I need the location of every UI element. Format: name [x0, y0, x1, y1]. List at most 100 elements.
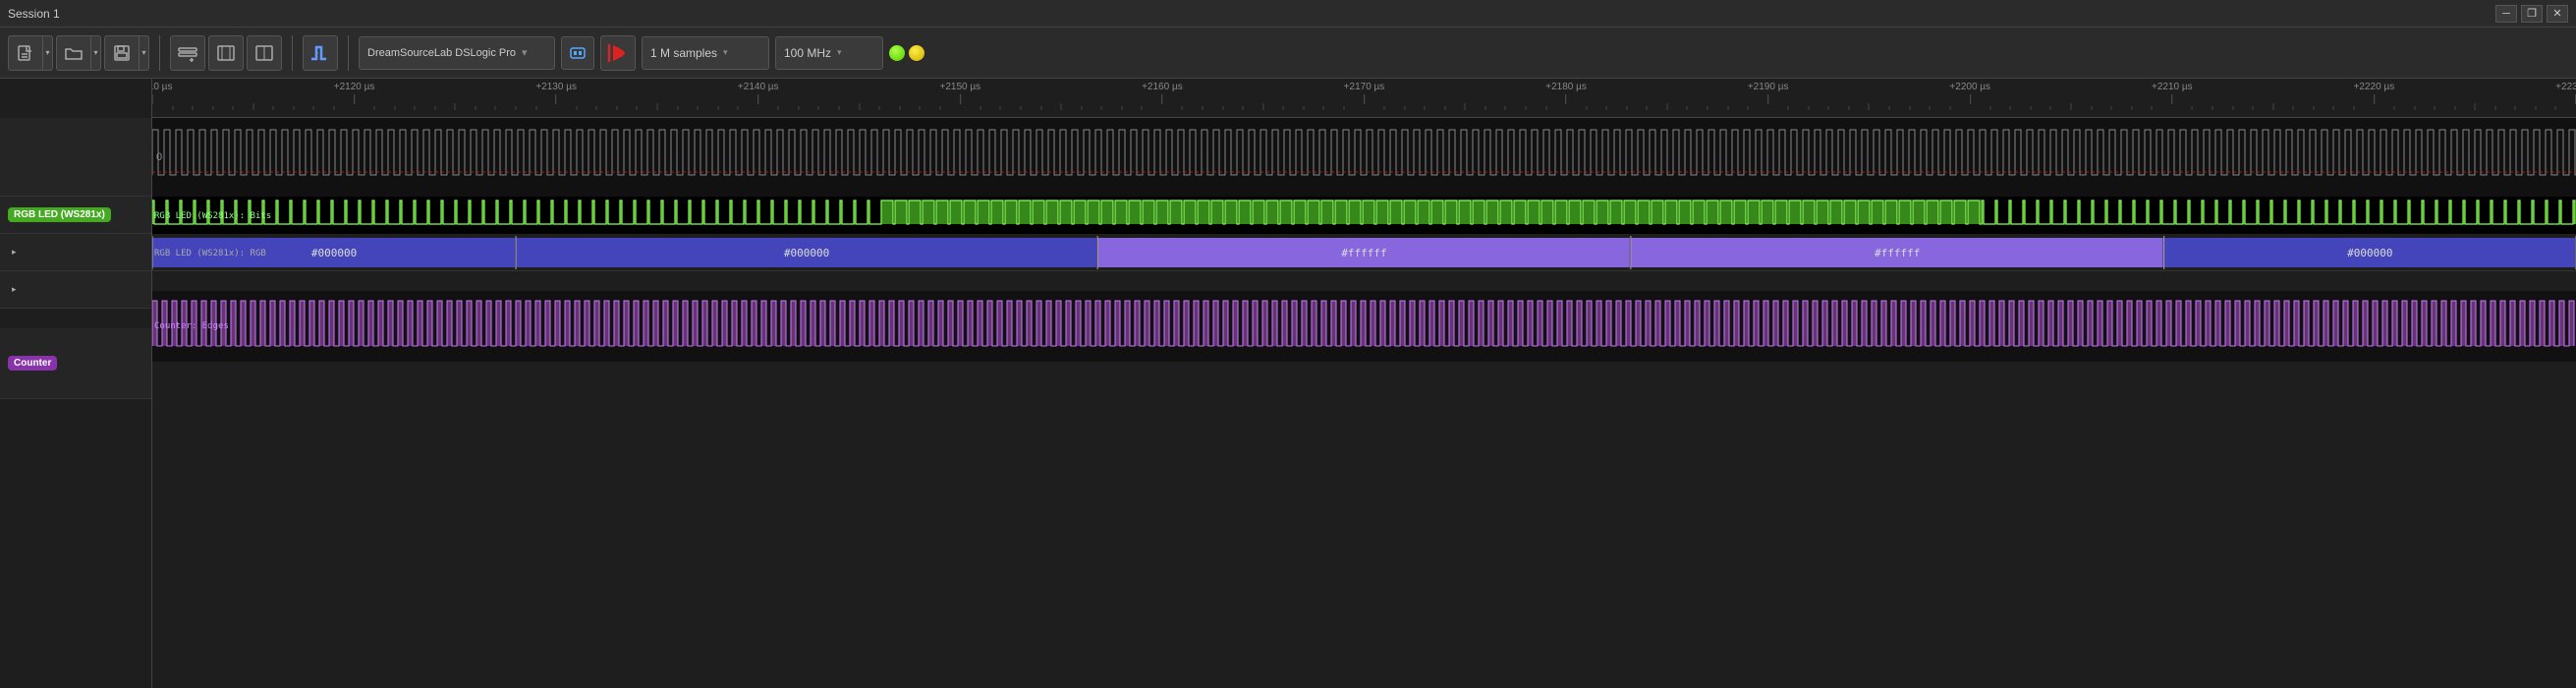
ruler-label-12: +2230 µs	[2555, 82, 2576, 92]
ruler-minor-tick	[1808, 106, 1809, 110]
ruler-minor-tick	[374, 106, 375, 110]
rgb-seg-text-2: #ffffff	[1341, 247, 1386, 259]
ruler-minor-tick	[2030, 106, 2031, 110]
group-spacer	[0, 309, 151, 328]
ruler-minor-tick	[2475, 103, 2476, 110]
counter-waveform-svg: Counter: Edges	[152, 291, 2576, 362]
toolbar-divider-2	[292, 35, 293, 71]
rgb-bits-svg: RGB LED (WS281x): Bits	[152, 197, 2576, 234]
new-button[interactable]	[8, 35, 43, 71]
ruler-minor-tick	[1989, 106, 1990, 110]
ruler-minor-tick	[415, 106, 416, 110]
ruler-minor-tick	[1525, 106, 1526, 110]
ruler-minor-tick	[1323, 106, 1324, 110]
ruler-minor-tick	[1425, 106, 1426, 110]
open-dropdown-arrow[interactable]: ▾	[91, 35, 101, 71]
ruler-label-8: +2190 µs	[1748, 82, 1789, 92]
ruler-label-5: +2160 µs	[1142, 82, 1183, 92]
freq-label: 100 MHz	[784, 46, 831, 60]
ruler-tick-9	[1970, 94, 1971, 104]
ruler-minor-tick	[1949, 106, 1950, 110]
counter-row: Counter: Edges	[152, 291, 2576, 362]
ruler-minor-tick	[1000, 106, 1001, 110]
save-button[interactable]	[104, 35, 140, 71]
ruler-tick-11	[2374, 94, 2375, 104]
add-group-button[interactable]	[170, 35, 205, 71]
rgb-led-main-label-row: RGB LED (WS281x)	[0, 197, 151, 234]
open-button[interactable]	[56, 35, 91, 71]
minimize-button[interactable]: ─	[2495, 5, 2517, 23]
ruler-minor-tick	[394, 106, 395, 110]
led-yellow	[909, 45, 924, 61]
ruler-minor-tick	[939, 106, 940, 110]
device-selector[interactable]: DreamSourceLab DSLogic Pro ▾	[359, 36, 555, 70]
ruler-label-9: +2200 µs	[1949, 82, 1990, 92]
ruler-minor-tick	[1081, 106, 1082, 110]
freq-selector[interactable]: 100 MHz ▾	[775, 36, 883, 70]
ruler-minor-tick	[2050, 106, 2051, 110]
ruler-minor-tick	[1889, 106, 1890, 110]
ruler-minor-tick	[495, 106, 496, 110]
device-config-button[interactable]	[561, 36, 594, 70]
ruler-minor-tick	[2253, 106, 2254, 110]
ruler-label-10: +2210 µs	[2152, 82, 2193, 92]
open-icon	[64, 44, 84, 62]
window-title: Session 1	[8, 7, 2495, 21]
ruler-minor-tick	[2435, 106, 2436, 110]
ruler-minor-tick	[475, 106, 476, 110]
save-dropdown-arrow[interactable]: ▾	[140, 35, 149, 71]
new-dropdown-arrow[interactable]: ▾	[43, 35, 53, 71]
ruler-label-11: +2220 µs	[2354, 82, 2395, 92]
ruler-label-3: +2140 µs	[738, 82, 779, 92]
device-dropdown-arrow: ▾	[522, 46, 528, 59]
ruler-minor-tick	[1666, 103, 1667, 110]
ruler-minor-tick	[2555, 106, 2556, 110]
ruler-minor-tick	[798, 106, 799, 110]
ruler-minor-tick	[2091, 106, 2092, 110]
ruler-minor-tick	[1142, 106, 1143, 110]
ruler-minor-tick	[2353, 106, 2354, 110]
ruler-minor-tick	[2192, 106, 2193, 110]
ruler-minor-tick	[1182, 106, 1183, 110]
timeline-ruler[interactable]: +2110 µs +2120 µs +2130 µs +2140 µs +215…	[152, 79, 2576, 118]
counter-label-pill[interactable]: Counter	[8, 356, 57, 371]
ruler-minor-tick	[193, 106, 194, 110]
samples-dropdown-arrow: ▾	[723, 47, 728, 58]
ruler-minor-tick	[596, 106, 597, 110]
title-bar: Session 1 ─ ❐ ✕	[0, 0, 2576, 28]
ruler-tick-2	[556, 94, 557, 104]
ruler-minor-tick	[778, 106, 779, 110]
samples-selector[interactable]: 1 M samples ▾	[642, 36, 769, 70]
ruler-minor-tick	[1404, 106, 1405, 110]
ruler-tick-5	[1161, 94, 1162, 104]
ruler-minor-tick	[1040, 106, 1041, 110]
ruler-minor-tick	[2111, 106, 2112, 110]
toolbar-divider-3	[348, 35, 349, 71]
ruler-minor-tick	[2535, 106, 2536, 110]
rgb-seg-text-4: #000000	[2347, 247, 2392, 259]
rgb-led-label-pill[interactable]: RGB LED (WS281x)	[8, 207, 111, 222]
ruler-minor-tick	[1930, 106, 1931, 110]
zoom-fit-button[interactable]	[208, 35, 244, 71]
ruler-labels: +2110 µs +2120 µs +2130 µs +2140 µs +215…	[152, 79, 2576, 117]
ruler-minor-tick	[2293, 106, 2294, 110]
labels-panel: RGB LED (WS281x) ▸ ▸ Counter	[0, 79, 152, 688]
ruler-minor-tick	[1586, 106, 1587, 110]
counter-label: Counter: Edges	[154, 321, 229, 331]
run-button[interactable]	[600, 35, 636, 71]
ruler-minor-tick	[434, 106, 435, 110]
ruler-minor-tick	[233, 106, 234, 110]
samples-label: 1 M samples	[650, 46, 717, 60]
restore-button[interactable]: ❐	[2521, 5, 2543, 23]
rgb-rgb-svg: #000000#000000#ffffff#ffffff#000000 RGB …	[152, 234, 2576, 271]
trigger-button[interactable]	[303, 35, 338, 71]
ruler-minor-tick	[2454, 106, 2455, 110]
close-button[interactable]: ✕	[2547, 5, 2568, 23]
ruler-minor-tick	[334, 106, 335, 110]
zoom-half-button[interactable]	[247, 35, 282, 71]
ruler-minor-tick	[859, 103, 860, 110]
ruler-label-1: +2120 µs	[334, 82, 375, 92]
timeline-label-spacer	[0, 79, 151, 118]
ruler-minor-tick	[899, 106, 900, 110]
rgb-led-rgb-label-row: ▸	[0, 271, 151, 309]
